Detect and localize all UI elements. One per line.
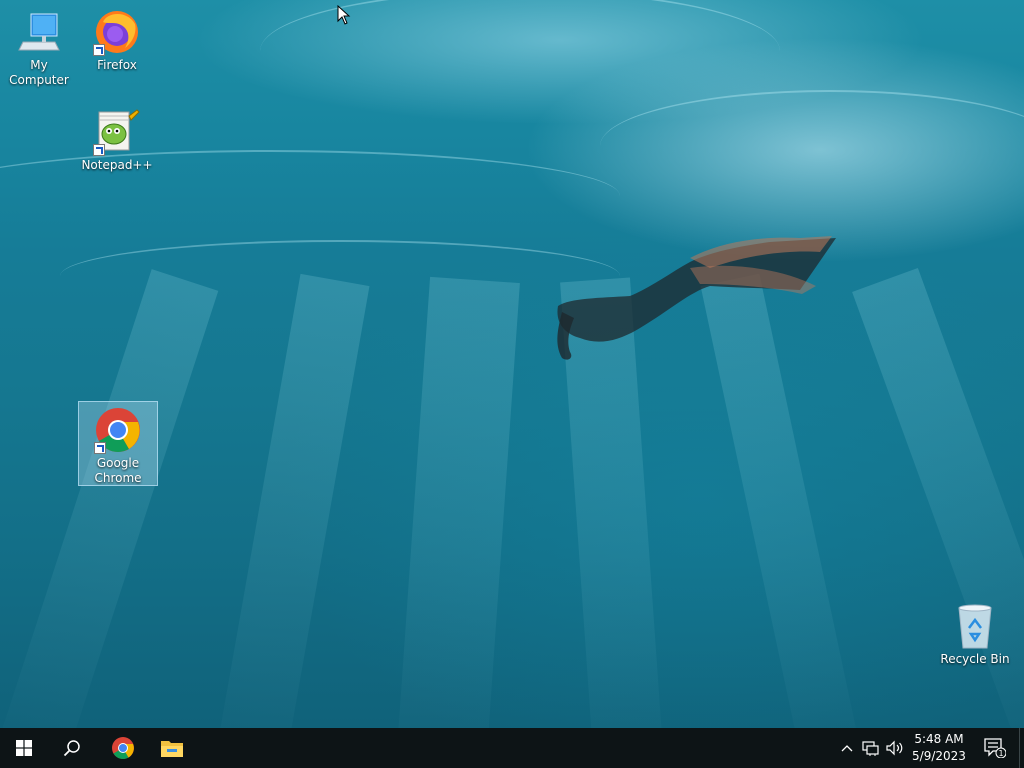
network-icon bbox=[862, 741, 879, 756]
chevron-up-icon bbox=[841, 745, 853, 752]
icon-label: Notepad++ bbox=[81, 158, 153, 172]
chrome-icon bbox=[112, 737, 134, 759]
shortcut-arrow-icon bbox=[93, 144, 105, 156]
taskbar: 5:48 AM 5/9/2023 1 bbox=[0, 728, 1024, 768]
desktop-icon-firefox[interactable]: Firefox bbox=[78, 4, 156, 73]
windows-logo-icon bbox=[16, 740, 32, 756]
search-icon bbox=[63, 740, 80, 757]
swimmer-silhouette bbox=[557, 236, 836, 360]
shortcut-arrow-icon bbox=[93, 44, 105, 56]
icon-label: My Computer bbox=[9, 58, 69, 87]
action-center-button[interactable]: 1 bbox=[978, 728, 1012, 768]
chrome-icon bbox=[94, 406, 142, 454]
surface-wave bbox=[60, 240, 620, 312]
desktop-icon-my-computer[interactable]: My Computer bbox=[0, 4, 78, 88]
mouse-cursor-icon bbox=[337, 5, 351, 25]
start-button[interactable] bbox=[0, 728, 48, 768]
icon-label: Firefox bbox=[97, 58, 137, 72]
icon-label-line1: Google bbox=[96, 456, 140, 470]
icon-label-line2: Chrome bbox=[94, 471, 142, 485]
surface-wave bbox=[600, 90, 1024, 202]
firefox-icon bbox=[93, 8, 141, 56]
monitor-icon bbox=[15, 8, 63, 56]
tray-overflow-button[interactable] bbox=[838, 728, 856, 768]
volume-button[interactable] bbox=[884, 728, 906, 768]
show-desktop-button[interactable] bbox=[1019, 728, 1024, 768]
file-explorer-icon bbox=[161, 741, 183, 757]
search-button[interactable] bbox=[48, 728, 96, 768]
network-button[interactable] bbox=[860, 728, 882, 768]
taskbar-file-explorer[interactable] bbox=[148, 728, 196, 768]
shortcut-arrow-icon bbox=[94, 442, 106, 454]
system-clock[interactable]: 5:48 AM 5/9/2023 bbox=[906, 731, 972, 765]
icon-label: Recycle Bin bbox=[940, 652, 1010, 666]
desktop-icon-recycle-bin[interactable]: Recycle Bin bbox=[936, 598, 1014, 667]
light-ray bbox=[393, 276, 520, 728]
clock-time: 5:48 AM bbox=[914, 732, 964, 746]
light-ray bbox=[210, 273, 370, 728]
light-ray bbox=[0, 269, 219, 728]
desktop-icon-google-chrome[interactable]: Google Chrome bbox=[78, 401, 158, 486]
desktop-icon-notepadpp[interactable]: Notepad++ bbox=[78, 104, 156, 173]
notepadpp-icon bbox=[93, 108, 141, 156]
recycle-bin-icon bbox=[951, 602, 999, 650]
volume-icon bbox=[886, 740, 903, 756]
notification-icon: 1 bbox=[984, 738, 1006, 758]
notification-count: 1 bbox=[998, 749, 1003, 758]
taskbar-chrome[interactable] bbox=[99, 728, 147, 768]
clock-date: 5/9/2023 bbox=[912, 749, 966, 763]
